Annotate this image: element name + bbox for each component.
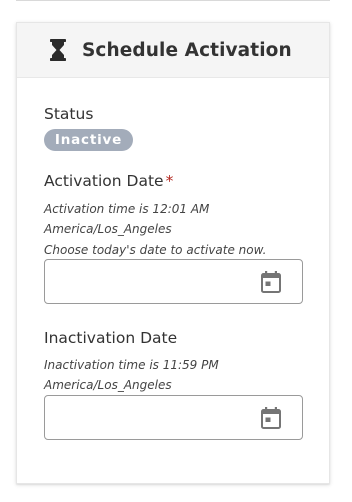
activation-date-field <box>44 259 303 304</box>
activation-help-timezone: America/Los_Angeles <box>44 222 172 236</box>
inactivation-help-time: Inactivation time is 11:59 PM <box>44 358 219 372</box>
status-badge: Inactive <box>44 129 133 151</box>
inactivation-help-timezone: America/Los_Angeles <box>44 378 172 392</box>
activation-help-time: Activation time is 12:01 AM <box>44 202 210 216</box>
calendar-icon[interactable] <box>260 407 282 429</box>
card-title: Schedule Activation <box>82 39 292 61</box>
card-header: Schedule Activation <box>17 23 329 78</box>
required-marker: * <box>165 172 174 190</box>
hourglass-icon <box>48 38 68 62</box>
activation-date-label: Activation Date * <box>44 172 173 190</box>
calendar-icon[interactable] <box>260 271 282 293</box>
status-label: Status <box>44 105 94 123</box>
activation-date-label-text: Activation Date <box>44 172 164 190</box>
top-divider <box>16 0 330 1</box>
activation-date-input[interactable] <box>45 260 250 303</box>
inactivation-date-field <box>44 395 303 440</box>
schedule-activation-card: Schedule Activation Status Inactive Acti… <box>16 22 330 484</box>
inactivation-date-label: Inactivation Date <box>44 329 178 347</box>
activation-help-hint: Choose today's date to activate now. <box>44 243 267 257</box>
inactivation-date-input[interactable] <box>45 396 250 439</box>
